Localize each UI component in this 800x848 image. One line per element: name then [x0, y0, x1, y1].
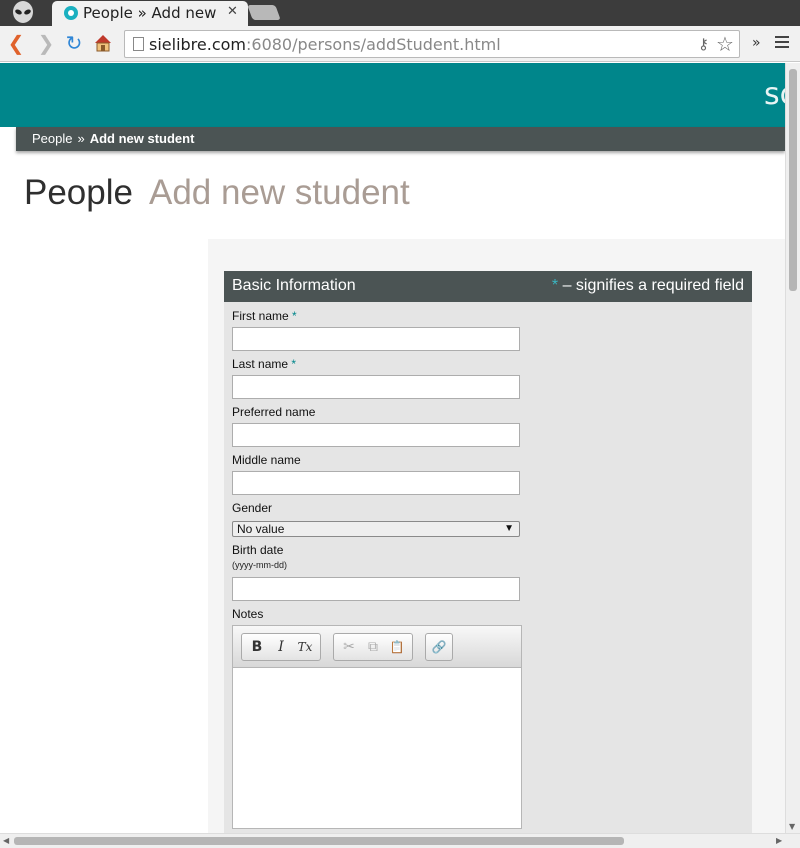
link-icon[interactable]: 🔗: [427, 637, 451, 657]
browser-toolbar: ❮ ❯ ↻ sielibre.com:6080/persons/addStude…: [0, 26, 800, 62]
site-logo[interactable]: sc: [764, 77, 785, 112]
gender-label: Gender: [232, 501, 273, 515]
bookmark-star-icon[interactable]: ☆: [716, 32, 734, 56]
notes-editor-body[interactable]: [233, 669, 521, 828]
hamburger-menu-icon[interactable]: [775, 36, 789, 48]
bold-button[interactable]: B: [245, 637, 269, 657]
notes-rich-text-editor: B I Tx ✂ ⧉ 📋 🔗: [232, 625, 522, 829]
birth-date-field[interactable]: [232, 577, 520, 601]
page-icon: [133, 37, 144, 51]
middle-name-label: Middle name: [232, 453, 301, 467]
preferred-name-label: Preferred name: [232, 405, 316, 419]
dropdown-arrow-icon: ▼: [504, 523, 514, 534]
page-title: People Add new student: [24, 173, 410, 213]
breadcrumb-link-people[interactable]: People: [32, 131, 72, 146]
page-title-sub: Add new student: [148, 173, 410, 212]
forward-arrow-icon[interactable]: ❯: [36, 32, 56, 54]
horizontal-scrollbar-thumb[interactable]: [14, 837, 624, 845]
first-name-field[interactable]: [232, 327, 520, 351]
new-tab-button[interactable]: [247, 5, 281, 20]
vertical-scrollbar[interactable]: ▼: [785, 63, 800, 833]
page-title-main: People: [24, 173, 133, 212]
copy-icon[interactable]: ⧉: [361, 637, 385, 657]
gender-select[interactable]: No value ▼: [232, 521, 520, 537]
birth-date-label: Birth date: [232, 543, 284, 557]
breadcrumb-current: Add new student: [89, 131, 195, 146]
paste-icon[interactable]: 📋: [385, 637, 409, 657]
link-button-group: 🔗: [425, 633, 453, 661]
home-icon[interactable]: [93, 33, 113, 53]
horizontal-scrollbar[interactable]: ◀ ▶: [0, 833, 800, 848]
address-bar[interactable]: sielibre.com:6080/persons/addStudent.htm…: [124, 30, 740, 58]
scroll-right-arrow-icon[interactable]: ▶: [776, 836, 782, 845]
close-tab-icon[interactable]: ✕: [227, 4, 238, 19]
url-text: sielibre.com:6080/persons/addStudent.htm…: [149, 35, 501, 54]
italic-button[interactable]: I: [269, 637, 293, 657]
browser-tab-bar: People » Add new st ✕: [0, 0, 800, 26]
birth-date-hint: (yyyy-mm-dd): [232, 560, 287, 570]
clipboard-button-group: ✂ ⧉ 📋: [333, 633, 413, 661]
remove-format-button[interactable]: Tx: [293, 637, 317, 657]
last-name-field[interactable]: [232, 375, 520, 399]
site-favicon-icon: [64, 6, 78, 20]
scroll-down-arrow-icon[interactable]: ▼: [789, 822, 795, 831]
required-field-note: * – signifies a required field: [551, 277, 744, 294]
gender-selected-value: No value: [237, 522, 285, 536]
editor-toolbar: B I Tx ✂ ⧉ 📋 🔗: [233, 626, 521, 668]
breadcrumb-separator: »: [77, 131, 85, 146]
form-header: Basic Information * – signifies a requir…: [224, 271, 752, 302]
vertical-scrollbar-thumb[interactable]: [789, 69, 797, 291]
key-icon[interactable]: ⚷: [698, 35, 709, 53]
page-viewport: sc People » Add new student People Add new …: [0, 63, 785, 833]
tab-title: People » Add new st: [83, 4, 221, 22]
alien-avatar-icon[interactable]: [10, 0, 36, 24]
preferred-name-field[interactable]: [232, 423, 520, 447]
back-arrow-icon[interactable]: ❮: [6, 32, 26, 54]
notes-label: Notes: [232, 607, 264, 621]
basic-information-form: Basic Information * – signifies a requir…: [224, 271, 752, 833]
browser-tab[interactable]: People » Add new st ✕: [52, 1, 248, 26]
extensions-overflow-button[interactable]: »: [752, 35, 761, 51]
formatting-button-group: B I Tx: [241, 633, 321, 661]
form-title: Basic Information: [232, 277, 356, 294]
middle-name-field[interactable]: [232, 471, 520, 495]
last-name-label: Last name *: [232, 357, 297, 371]
scroll-left-arrow-icon[interactable]: ◀: [3, 836, 9, 845]
breadcrumb: People » Add new student: [16, 127, 785, 151]
site-banner: sc: [0, 63, 785, 127]
cut-icon[interactable]: ✂: [337, 637, 361, 657]
first-name-label: First name *: [232, 309, 297, 323]
reload-icon[interactable]: ↻: [64, 32, 84, 54]
